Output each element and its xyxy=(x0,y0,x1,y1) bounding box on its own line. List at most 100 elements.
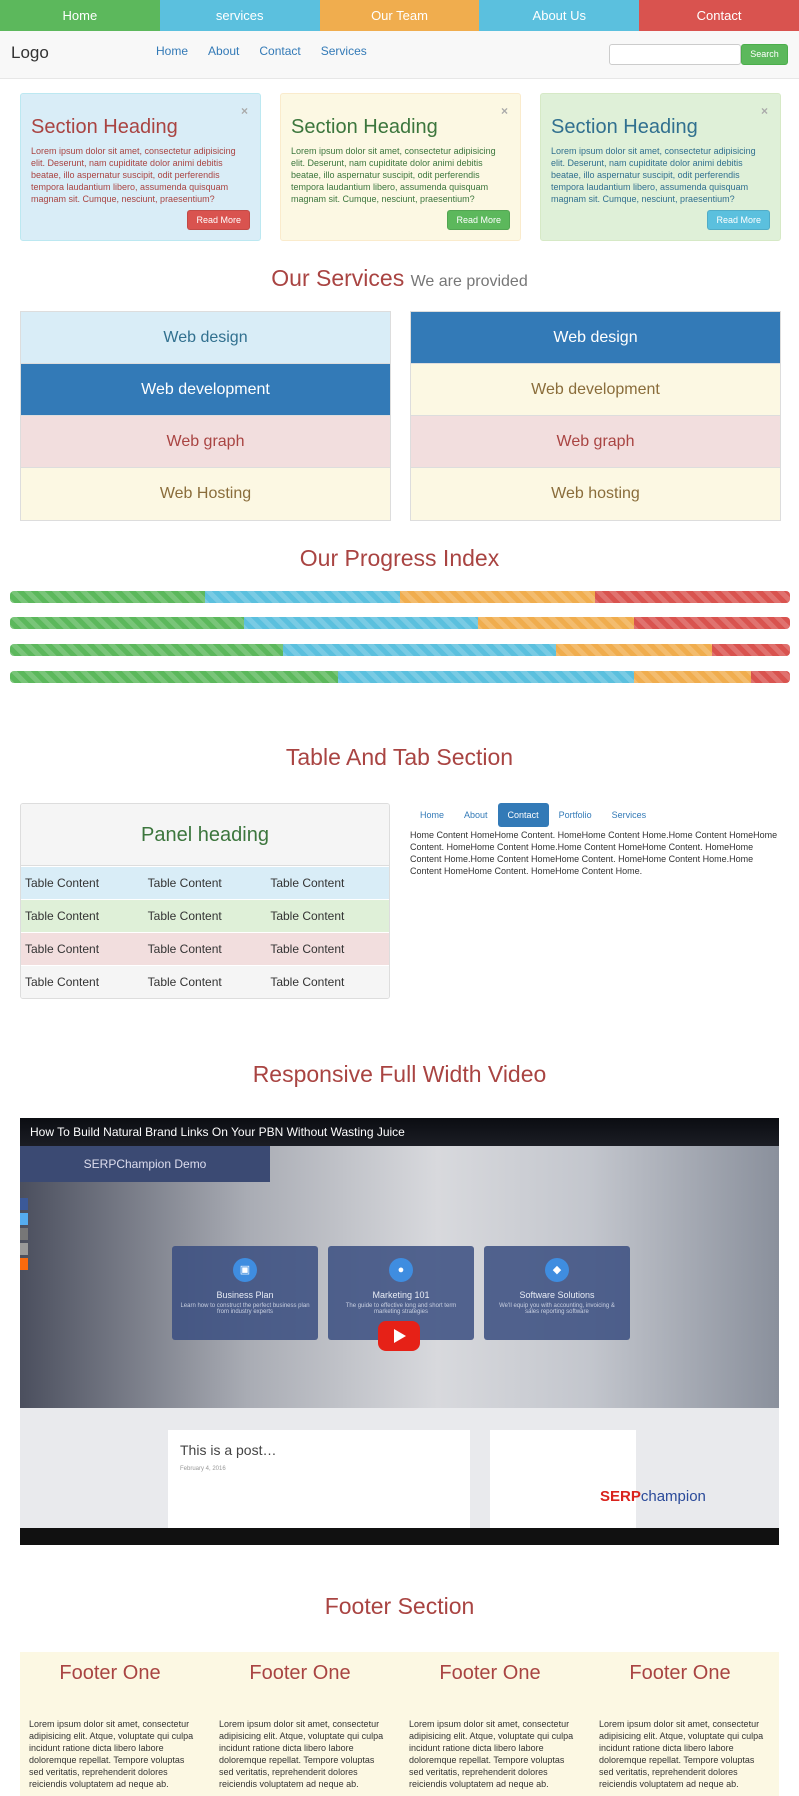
table-cell: Table Content xyxy=(266,866,389,900)
top-nav-our-team[interactable]: Our Team xyxy=(319,0,480,31)
table-row: Table Content Table Content Table Conten… xyxy=(21,866,389,900)
services-subtitle: We are provided xyxy=(410,273,528,290)
service-item[interactable]: Web hosting xyxy=(411,468,780,520)
top-nav-services[interactable]: services xyxy=(159,0,320,31)
feature-card: ◆ Software Solutions We'll equip you wit… xyxy=(484,1246,630,1340)
progress-segment xyxy=(712,644,790,656)
table-cell: Table Content xyxy=(143,932,267,966)
service-item[interactable]: Web Hosting xyxy=(21,468,390,520)
top-nav-home[interactable]: Home xyxy=(0,0,160,31)
close-icon[interactable]: × xyxy=(501,104,508,118)
navbar: Logo Home About Contact Services Search xyxy=(0,31,799,79)
table-cell: Table Content xyxy=(21,965,144,998)
table-cell: Table Content xyxy=(266,932,389,966)
alert-text: Lorem ipsum dolor sit amet, consectetur … xyxy=(551,146,756,204)
service-item[interactable]: Web design xyxy=(21,312,390,364)
blog-post-preview: This is a post… February 4, 2016 xyxy=(168,1430,470,1528)
briefcase-icon: ▣ xyxy=(233,1258,257,1282)
tab-home[interactable]: Home xyxy=(410,803,454,827)
table-cell: Table Content xyxy=(266,965,389,998)
services-title: Our Services xyxy=(271,265,405,291)
close-icon[interactable]: × xyxy=(241,104,248,118)
alert-heading: Section Heading xyxy=(551,116,698,138)
tab-portfolio[interactable]: Portfolio xyxy=(549,803,602,827)
twitter-icon xyxy=(20,1213,28,1225)
email-icon xyxy=(20,1228,28,1240)
progress-segment xyxy=(595,591,790,603)
close-icon[interactable]: × xyxy=(761,104,768,118)
taskbar xyxy=(20,1528,779,1545)
panel-heading: Panel heading xyxy=(21,804,389,866)
progress-segment xyxy=(400,591,595,603)
search-button[interactable]: Search xyxy=(741,44,788,65)
progress-bar xyxy=(10,671,790,683)
nav-link-contact[interactable]: Contact xyxy=(249,44,310,58)
section-alert-3: × Section Heading Lorem ipsum dolor sit … xyxy=(540,93,781,241)
card-desc: We'll equip you with accounting, invoici… xyxy=(499,1303,615,1315)
read-more-button[interactable]: Read More xyxy=(447,210,510,230)
service-item[interactable]: Web design xyxy=(411,312,780,364)
card-desc: Learn how to construct the perfect busin… xyxy=(180,1303,310,1315)
feature-card: ▣ Business Plan Learn how to construct t… xyxy=(172,1246,318,1340)
card-title: Business Plan xyxy=(216,1290,274,1300)
table-row: Table Content Table Content Table Conten… xyxy=(21,932,389,966)
section-alert-1: × Section Heading Lorem ipsum dolor sit … xyxy=(20,93,261,241)
top-nav-about-us[interactable]: About Us xyxy=(479,0,640,31)
table-cell: Table Content xyxy=(143,965,267,998)
read-more-button[interactable]: Read More xyxy=(707,210,770,230)
nav-link-home[interactable]: Home xyxy=(146,44,198,58)
footer-text: Lorem ipsum dolor sit amet, consectetur … xyxy=(409,1719,574,1789)
demo-label: SERPChampion Demo xyxy=(20,1146,270,1182)
brand-logo: SERPchampion xyxy=(600,1488,706,1505)
print-icon xyxy=(20,1243,28,1255)
brand-text-b: champion xyxy=(640,1488,706,1505)
footer-heading: Footer One xyxy=(249,1662,351,1684)
service-item[interactable]: Web graph xyxy=(21,416,390,468)
footer-heading: Footer One xyxy=(59,1662,161,1684)
footer-column: Footer One Lorem ipsum dolor sit amet, c… xyxy=(210,1662,390,1790)
footer-column: Footer One Lorem ipsum dolor sit amet, c… xyxy=(20,1662,200,1790)
services-heading: Our Services We are provided xyxy=(0,265,799,292)
navbar-links: Home About Contact Services xyxy=(146,44,377,58)
read-more-button[interactable]: Read More xyxy=(187,210,250,230)
card-desc: The guide to effective long and short te… xyxy=(345,1303,457,1315)
progress-title: Our Progress Index xyxy=(299,545,500,571)
alert-text: Lorem ipsum dolor sit amet, consectetur … xyxy=(291,146,496,204)
search-input[interactable] xyxy=(609,44,741,65)
tab-about[interactable]: About xyxy=(454,803,498,827)
card-title: Marketing 101 xyxy=(372,1290,430,1300)
progress-segment xyxy=(634,617,790,629)
service-item[interactable]: Web graph xyxy=(411,416,780,468)
progress-bar xyxy=(10,644,790,656)
progress-segment xyxy=(205,591,400,603)
table-row: Table Content Table Content Table Conten… xyxy=(21,899,389,933)
alert-heading: Section Heading xyxy=(31,116,178,138)
nav-link-about[interactable]: About xyxy=(198,44,249,58)
share-icon xyxy=(20,1258,28,1270)
video-player[interactable]: How To Build Natural Brand Links On Your… xyxy=(20,1118,779,1545)
progress-segment xyxy=(244,617,478,629)
top-nav-contact[interactable]: Contact xyxy=(639,0,799,31)
table-cell: Table Content xyxy=(266,899,389,933)
panel: Panel heading Table Content Table Conten… xyxy=(20,803,390,999)
table-cell: Table Content xyxy=(21,932,144,966)
footer-text: Lorem ipsum dolor sit amet, consectetur … xyxy=(219,1719,384,1789)
alert-text: Lorem ipsum dolor sit amet, consectetur … xyxy=(31,146,236,204)
footer-column: Footer One Lorem ipsum dolor sit amet, c… xyxy=(400,1662,580,1790)
progress-segment xyxy=(337,671,634,683)
video-title[interactable]: How To Build Natural Brand Links On Your… xyxy=(30,1125,405,1139)
service-item[interactable]: Web development xyxy=(411,364,780,416)
progress-segment xyxy=(10,644,283,656)
progress-segment xyxy=(283,644,556,656)
footer-text: Lorem ipsum dolor sit amet, consectetur … xyxy=(29,1719,194,1789)
tab-services[interactable]: Services xyxy=(602,803,657,827)
table-cell: Table Content xyxy=(21,899,144,933)
play-icon[interactable] xyxy=(378,1321,420,1351)
logo[interactable]: Logo xyxy=(11,43,49,63)
table-cell: Table Content xyxy=(143,899,267,933)
tab-contact[interactable]: Contact xyxy=(497,803,549,827)
nav-link-services[interactable]: Services xyxy=(311,44,377,58)
service-item[interactable]: Web development xyxy=(21,364,390,416)
section-alert-2: × Section Heading Lorem ipsum dolor sit … xyxy=(280,93,521,241)
facebook-icon xyxy=(20,1198,28,1210)
